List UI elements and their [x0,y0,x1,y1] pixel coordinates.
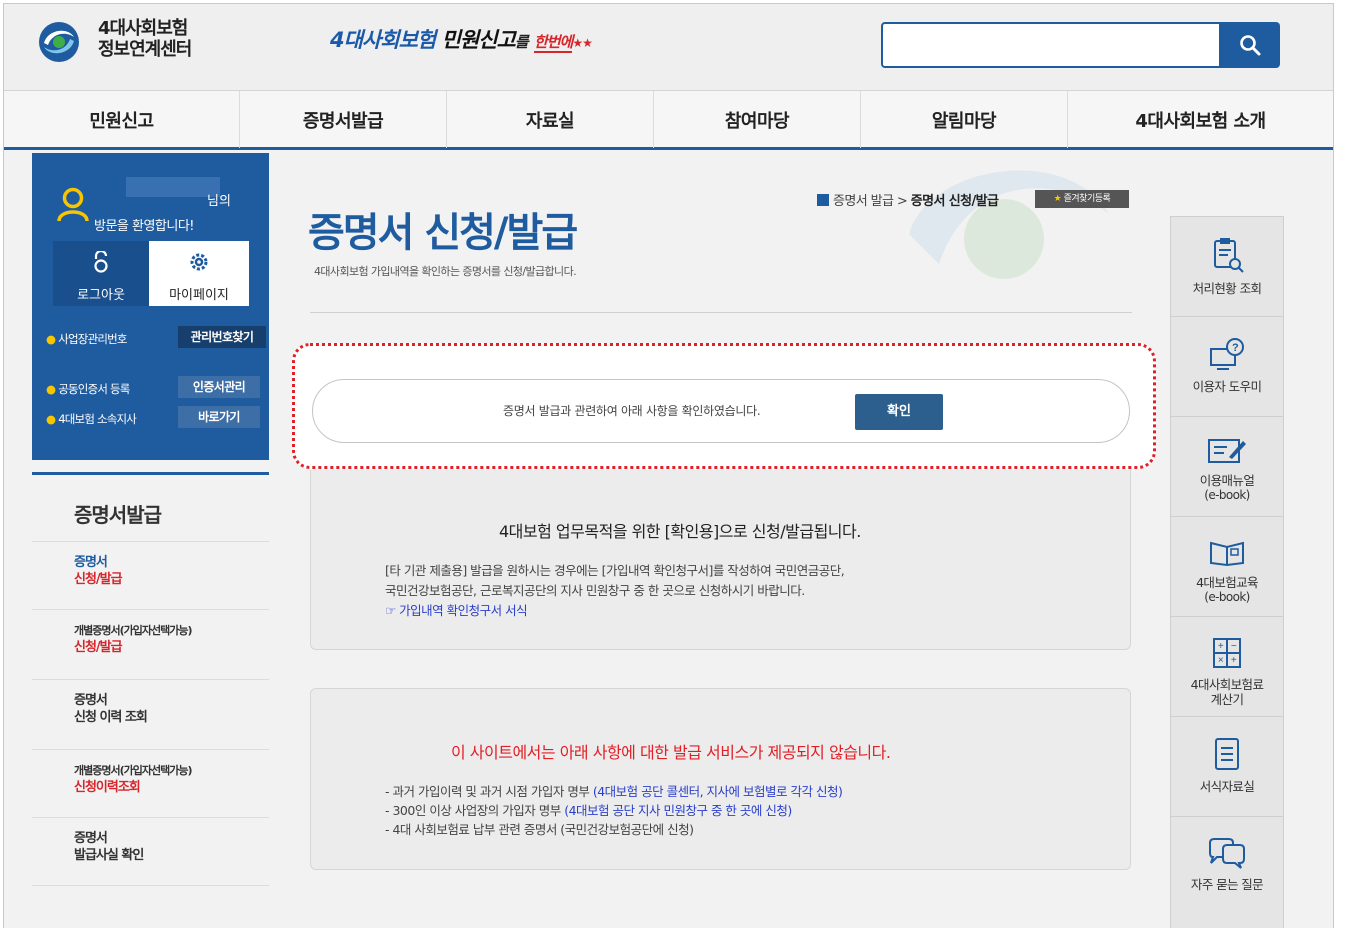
page-description: 4대사회보험 가입내역을 확인하는 증명서를 신청/발급합니다. [314,265,577,278]
user-icon [57,187,89,222]
quick-item-faq[interactable]: 자주 묻는 질문 [1171,817,1283,917]
pencil-note-icon [1208,439,1246,463]
nav-item-complaint[interactable]: 민원신고 [4,91,240,148]
confirm-highlight: 증명서 발급과 관련하여 아래 사항을 확인하였습니다. 확인 [292,343,1156,469]
svg-text:+: + [1218,641,1224,652]
side-menu: 증명서발급 증명서 신청/발급 개별증명서(가입자선택가능) 신청/발급 증명서… [32,472,269,886]
side-item-apply-history[interactable]: 증명서 신청 이력 조회 [32,680,269,750]
quick-item-education[interactable]: 4대보험교육 (e-book) [1171,517,1283,617]
quick-item-help[interactable]: ? 이용자 도우미 [1171,317,1283,417]
search-button[interactable] [1220,22,1280,68]
star-decoration-icon: ★★ [572,36,592,50]
monitor-help-icon: ? [1210,338,1244,370]
quick-item-status[interactable]: 처리현황 조회 [1171,217,1283,317]
cert-register-label: ● 공동인증서 등록 [46,382,130,396]
svg-text:+: + [1231,655,1237,666]
page-frame: 4대사회보험 정보연계센터 4대사회보험 민원신고를 한번에★★ 민원신고 증명… [3,3,1334,928]
branch-label: ● 4대보험 소속지사 [46,412,137,426]
logo-text[interactable]: 4대사회보험 정보연계센터 [98,18,192,60]
nav-item-certificate[interactable]: 증명서발급 [240,91,447,148]
lock-icon [53,249,149,278]
header: 4대사회보험 정보연계센터 4대사회보험 민원신고를 한번에★★ [4,4,1333,90]
logout-button[interactable]: 로그아웃 [53,241,149,306]
logo-icon[interactable] [38,21,80,63]
info-box-unavailable: 이 사이트에서는 아래 사항에 대한 발급 서비스가 제공되지 않습니다. - … [310,688,1131,870]
search-input[interactable] [881,22,1221,68]
svg-text:×: × [1218,655,1224,666]
main-nav: 민원신고 증명서발급 자료실 참여마당 알림마당 4대사회보험 소개 [4,90,1333,150]
user-panel: 님의 방문을 환영합니다! 로그아웃 마이페이지 ● 사업장관리번호 관리번호찾기… [32,153,269,460]
find-biz-number-button[interactable]: 관리번호찾기 [178,326,266,348]
divider [310,312,1132,313]
nav-item-about[interactable]: 4대사회보험 소개 [1068,91,1333,148]
side-item-issue-verify[interactable]: 증명서 발급사실 확인 [32,818,269,886]
side-menu-title: 증명서발급 [32,472,269,542]
side-item-individual-history[interactable]: 개별증명서(가입자선택가능) 신청이력조회 [32,750,269,818]
open-book-icon [1210,541,1244,567]
quick-item-manual[interactable]: 이용매뉴얼 (e-book) [1171,417,1283,517]
breadcrumb-current: 증명서 신청/발급 [910,194,999,209]
header-slogan: 4대사회보험 민원신고를 한번에★★ [330,28,593,53]
user-name-masked [126,177,220,197]
breadcrumb-parent[interactable]: 증명서 발급 [833,194,894,209]
confirm-box: 증명서 발급과 관련하여 아래 사항을 확인하였습니다. 확인 [312,379,1130,443]
branch-go-button[interactable]: 바로가기 [178,406,260,428]
breadcrumb: 증명서 발급 > 증명서 신청/발급 [817,190,999,209]
nav-item-notice[interactable]: 알림마당 [861,91,1068,148]
star-icon: ★ [1053,194,1062,204]
request-form-link[interactable]: ☞ 가입내역 확인청구서 서식 [385,600,528,619]
logo-watermark-icon [909,170,1109,279]
home-icon[interactable] [817,194,829,206]
document-icon [1215,738,1239,770]
quick-item-forms[interactable]: 서식자료실 [1171,717,1283,817]
svg-text:−: − [1231,641,1237,652]
nav-item-library[interactable]: 자료실 [447,91,654,148]
biz-number-label: ● 사업장관리번호 [46,332,128,346]
gear-icon [149,251,249,278]
clipboard-search-icon [1214,238,1244,273]
calculator-icon: + −× + [1213,638,1241,668]
nav-item-participation[interactable]: 참여마당 [654,91,861,148]
search-icon [1240,35,1261,56]
quick-menu: 처리현황 조회 ? 이용자 도우미 이용매뉴얼 (e-book) 4대보험교육 … [1170,216,1284,928]
cert-manage-button[interactable]: 인증서관리 [178,376,260,398]
confirm-button[interactable]: 확인 [855,394,943,430]
quick-item-calculator[interactable]: + − × + 4대사회보험료 계산기 [1171,617,1283,717]
speech-bubble-icon [1209,838,1245,869]
page-title: 증명서 신청/발급 [308,210,578,256]
info-box-purpose: 4대보험 업무목적을 위한 [확인용]으로 신청/발급됩니다. [타 기관 제출… [310,470,1131,650]
svg-text:?: ? [1232,342,1239,354]
mypage-button[interactable]: 마이페이지 [149,241,249,306]
side-item-certificate-apply[interactable]: 증명서 신청/발급 [32,542,269,610]
favorite-add-button[interactable]: ★ 즐겨찾기등록 [1035,190,1129,208]
side-item-individual-apply[interactable]: 개별증명서(가입자선택가능) 신청/발급 [32,610,269,680]
